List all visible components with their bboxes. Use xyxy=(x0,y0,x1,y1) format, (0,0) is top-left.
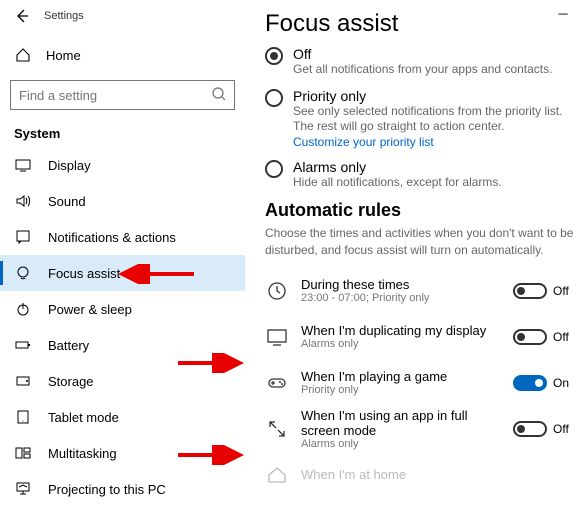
clock-icon xyxy=(265,279,289,303)
gamepad-icon xyxy=(265,371,289,395)
radio-indicator xyxy=(265,160,283,178)
nav-label: Multitasking xyxy=(48,446,117,461)
notifications-icon xyxy=(14,229,32,245)
nav-label: Storage xyxy=(48,374,94,389)
radio-title: Alarms only xyxy=(293,159,575,175)
home-label: Home xyxy=(46,48,81,63)
rule-title: When I'm using an app in full screen mod… xyxy=(301,408,501,438)
customize-link[interactable]: Customize your priority list xyxy=(293,135,575,149)
toggle-switch xyxy=(513,421,547,437)
storage-icon xyxy=(14,373,32,389)
sidebar-item-projecting[interactable]: Projecting to this PC xyxy=(0,471,245,507)
radio-title: Priority only xyxy=(293,88,575,104)
toggle-state: Off xyxy=(553,284,573,298)
back-button[interactable] xyxy=(8,2,36,30)
rule-toggle[interactable]: Off xyxy=(513,421,573,437)
search-input[interactable] xyxy=(10,80,235,110)
radio-desc: Get all notifications from your apps and… xyxy=(293,62,575,78)
sidebar-item-display[interactable]: Display xyxy=(0,147,245,183)
category-heading: System xyxy=(0,116,245,147)
rules-heading: Automatic rules xyxy=(265,200,585,221)
toggle-state: Off xyxy=(553,330,573,344)
rule-sub: Priority only xyxy=(301,384,501,396)
toggle-state: Off xyxy=(553,422,573,436)
rule-title: During these times xyxy=(301,277,501,292)
sidebar-item-power[interactable]: Power & sleep xyxy=(0,291,245,327)
rule-fullscreen[interactable]: When I'm using an app in full screen mod… xyxy=(265,406,585,452)
sidebar-item-sound[interactable]: Sound xyxy=(0,183,245,219)
rule-sub: Alarms only xyxy=(301,338,501,350)
display-icon xyxy=(14,157,32,173)
rule-title: When I'm at home xyxy=(301,467,573,482)
radio-alarms[interactable]: Alarms only Hide all notifications, exce… xyxy=(265,159,585,191)
rule-title: When I'm duplicating my display xyxy=(301,323,501,338)
radio-indicator xyxy=(265,47,283,65)
search-wrap xyxy=(10,80,235,110)
nav-label: Tablet mode xyxy=(48,410,119,425)
radio-off[interactable]: Off Get all notifications from your apps… xyxy=(265,46,585,78)
rule-toggle[interactable]: Off xyxy=(513,283,573,299)
toggle-state: On xyxy=(553,376,573,390)
minimize-button[interactable]: ─ xyxy=(555,6,571,21)
sidebar-item-storage[interactable]: Storage xyxy=(0,363,245,399)
rule-duplicate-display[interactable]: When I'm duplicating my display Alarms o… xyxy=(265,314,585,360)
nav-label: Notifications & actions xyxy=(48,230,176,245)
sidebar-home[interactable]: Home xyxy=(0,36,245,74)
window-title: Settings xyxy=(44,10,84,22)
rule-title: When I'm playing a game xyxy=(301,369,501,384)
rule-game[interactable]: When I'm playing a game Priority only On xyxy=(265,360,585,406)
rule-toggle[interactable]: Off xyxy=(513,329,573,345)
nav-label: Battery xyxy=(48,338,89,353)
rule-sub: Alarms only xyxy=(301,438,501,450)
sidebar-item-multitasking[interactable]: Multitasking xyxy=(0,435,245,471)
nav-label: Sound xyxy=(48,194,86,209)
radio-desc: See only selected notifications from the… xyxy=(293,104,575,135)
titlebar: Settings xyxy=(0,0,245,32)
rule-sub: 23:00 - 07:00; Priority only xyxy=(301,292,501,304)
focus-icon xyxy=(14,265,32,281)
sidebar-item-battery[interactable]: Battery xyxy=(0,327,245,363)
rules-desc: Choose the times and activities when you… xyxy=(265,225,585,257)
home-rule-icon xyxy=(265,463,289,487)
search-icon xyxy=(211,86,227,105)
toggle-switch xyxy=(513,329,547,345)
fullscreen-icon xyxy=(265,417,289,441)
nav-label: Projecting to this PC xyxy=(48,482,166,497)
nav-label: Focus assist xyxy=(48,266,120,281)
sidebar-item-notifications[interactable]: Notifications & actions xyxy=(0,219,245,255)
power-icon xyxy=(14,301,32,317)
multitask-icon xyxy=(14,445,32,461)
toggle-switch xyxy=(513,283,547,299)
rule-toggle[interactable]: On xyxy=(513,375,573,391)
project-icon xyxy=(14,481,32,497)
nav-label: Display xyxy=(48,158,91,173)
rule-times[interactable]: During these times 23:00 - 07:00; Priori… xyxy=(265,268,585,314)
sidebar-item-tablet[interactable]: Tablet mode xyxy=(0,399,245,435)
home-icon xyxy=(14,47,32,63)
page-title: Focus assist xyxy=(265,10,585,38)
toggle-switch xyxy=(513,375,547,391)
radio-indicator xyxy=(265,89,283,107)
battery-icon xyxy=(14,337,32,353)
radio-priority[interactable]: Priority only See only selected notifica… xyxy=(265,88,585,149)
monitor-icon xyxy=(265,325,289,349)
radio-title: Off xyxy=(293,46,575,62)
sidebar-item-focus-assist[interactable]: Focus assist xyxy=(0,255,245,291)
arrow-left-icon xyxy=(14,8,30,24)
sidebar: Settings Home System Display Sound xyxy=(0,0,245,513)
main-pane: ─ Focus assist Off Get all notifications… xyxy=(245,0,585,513)
sound-icon xyxy=(14,193,32,209)
nav-list: Display Sound Notifications & actions Fo… xyxy=(0,147,245,507)
tablet-icon xyxy=(14,409,32,425)
radio-desc: Hide all notifications, except for alarm… xyxy=(293,175,575,191)
rule-home[interactable]: When I'm at home xyxy=(265,452,585,498)
nav-label: Power & sleep xyxy=(48,302,132,317)
